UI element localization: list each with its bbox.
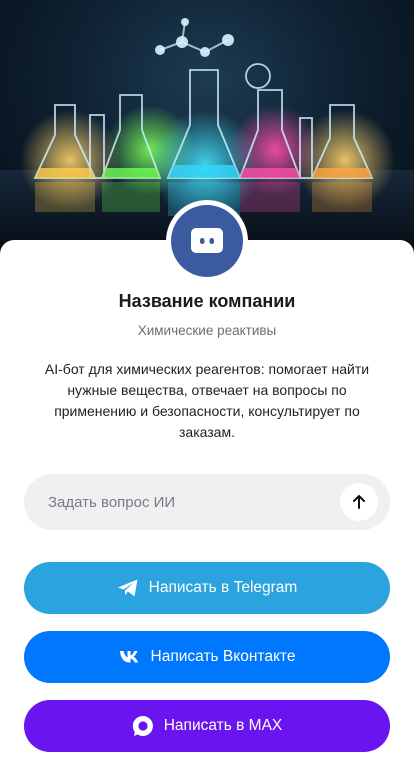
send-button[interactable] bbox=[340, 483, 378, 521]
telegram-icon bbox=[117, 578, 139, 598]
max-button-label: Написать в MAX bbox=[163, 717, 283, 734]
company-name: Название компании bbox=[118, 291, 296, 311]
max-icon bbox=[132, 715, 154, 737]
vk-icon bbox=[119, 650, 141, 664]
company-description: AI-бот для химических реагентов: помогае… bbox=[44, 361, 370, 440]
ask-ai-input[interactable] bbox=[48, 493, 318, 511]
arrow-up-icon bbox=[353, 495, 365, 509]
telegram-button[interactable]: Написать в Telegram bbox=[24, 562, 390, 614]
avatar bbox=[166, 200, 248, 282]
vk-button[interactable]: Написать Вконтакте bbox=[24, 631, 390, 683]
chat-bubble-icon bbox=[191, 228, 223, 253]
ask-ai-field[interactable] bbox=[24, 474, 390, 530]
telegram-button-label: Написать в Telegram bbox=[148, 579, 298, 596]
company-category: Химические реактивы bbox=[137, 323, 277, 338]
avatar-circle bbox=[171, 205, 243, 277]
max-button[interactable]: Написать в MAX bbox=[24, 700, 390, 752]
vk-button-label: Написать Вконтакте bbox=[150, 648, 296, 665]
